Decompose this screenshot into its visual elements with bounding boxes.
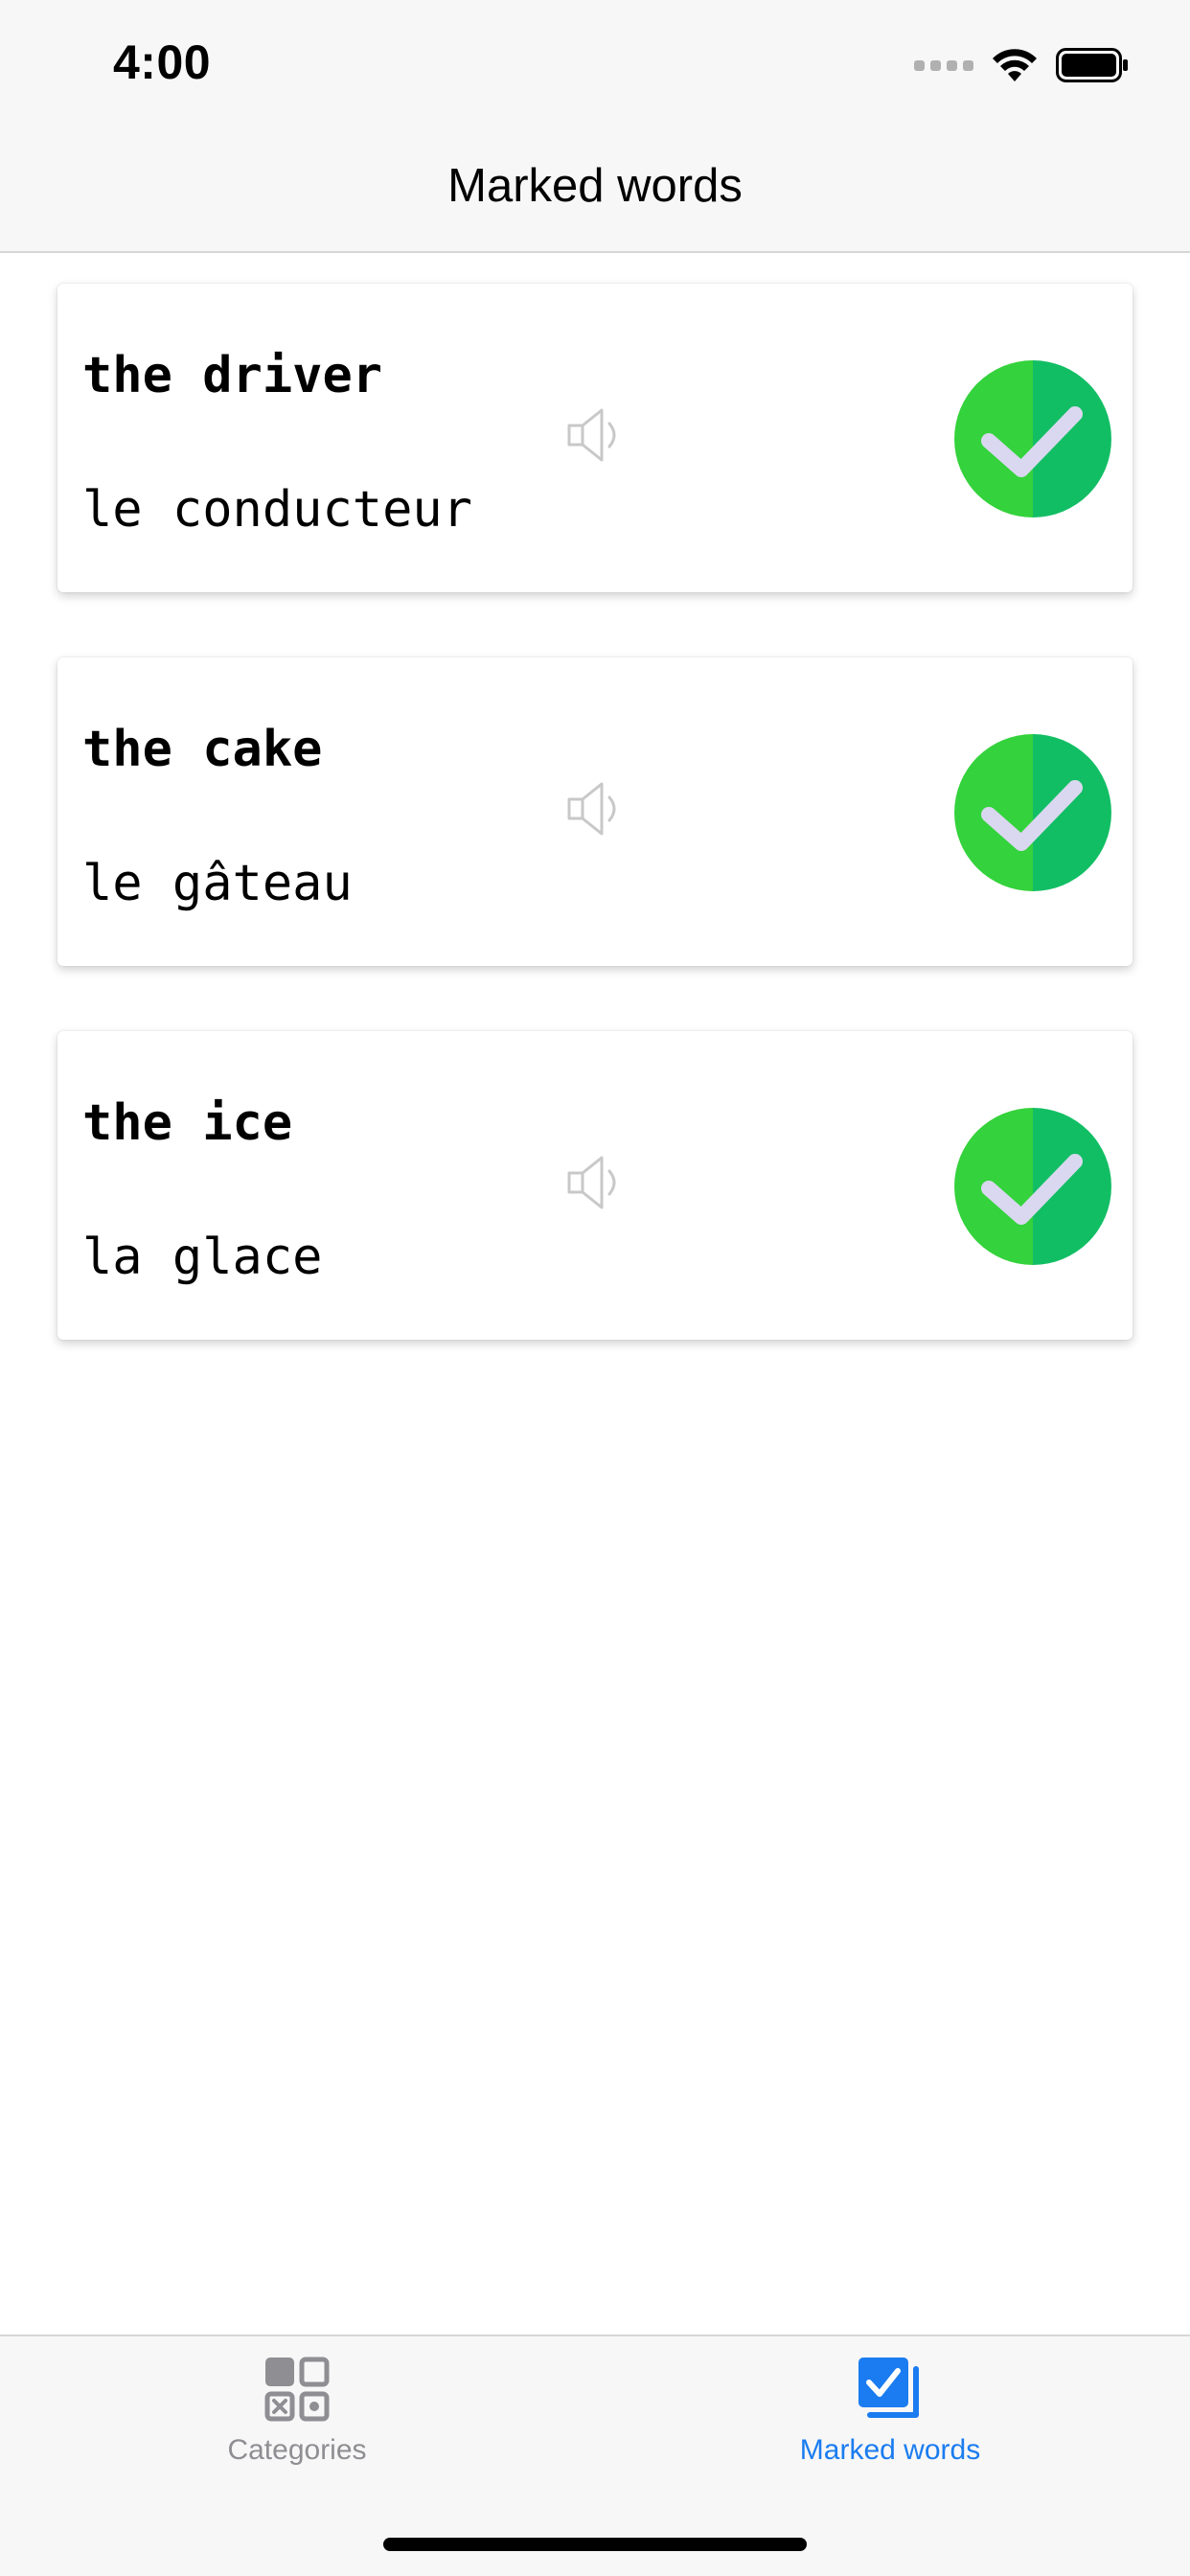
french-word: le gâteau <box>82 855 353 912</box>
english-word: the ice <box>82 1094 293 1152</box>
word-card[interactable]: the cake le gâteau <box>57 657 1133 966</box>
speaker-icon[interactable] <box>563 1150 629 1215</box>
english-word: the cake <box>82 721 323 778</box>
battery-icon <box>1056 48 1128 82</box>
english-word: the driver <box>82 347 383 404</box>
home-indicator[interactable] <box>383 2538 807 2551</box>
french-word: le conducteur <box>82 481 472 539</box>
tab-label: Marked words <box>799 2434 981 2466</box>
wifi-icon <box>993 49 1037 81</box>
speaker-icon[interactable] <box>563 402 629 468</box>
tab-categories[interactable]: Categories <box>105 2356 489 2467</box>
word-card[interactable]: the driver le conducteur <box>57 284 1133 592</box>
cellular-signal-icon <box>914 59 973 71</box>
checkmark-circle-icon[interactable] <box>954 1108 1111 1265</box>
status-icons <box>914 44 1129 86</box>
french-word: la glace <box>82 1229 323 1286</box>
page-title: Marked words <box>447 160 743 212</box>
speaker-icon[interactable] <box>563 776 629 841</box>
tab-label: Categories <box>227 2434 367 2466</box>
tab-marked-words[interactable]: Marked words <box>698 2356 1082 2467</box>
status-time: 4:00 <box>113 35 212 89</box>
top-bar: 4:00 Marked words <box>0 0 1190 253</box>
grid-icon <box>264 2357 330 2422</box>
word-card[interactable]: the ice la glace <box>57 1031 1133 1340</box>
checkmark-circle-icon[interactable] <box>954 734 1111 891</box>
checkmark-circle-icon[interactable] <box>954 360 1111 518</box>
checkbox-stack-icon <box>858 2358 919 2418</box>
